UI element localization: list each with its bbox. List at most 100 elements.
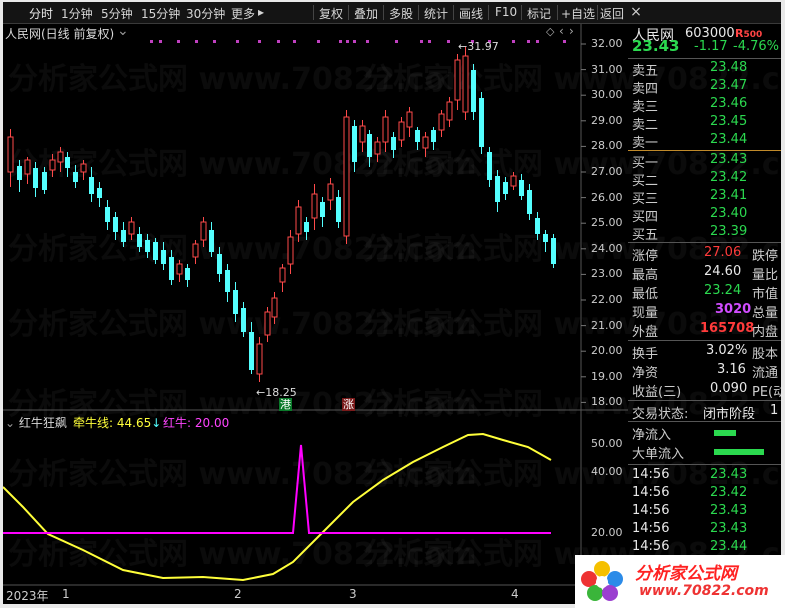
candle-body[interactable] <box>479 98 484 147</box>
candle-body[interactable] <box>241 308 246 332</box>
candle-body[interactable] <box>169 257 174 280</box>
signal-dot <box>353 40 356 43</box>
inner-disk-label: 内盘 <box>752 325 779 340</box>
candle-body[interactable] <box>320 202 325 217</box>
eps-value: 0.090 <box>710 381 748 396</box>
candle-body[interactable] <box>304 222 309 232</box>
candle-body[interactable] <box>271 297 278 318</box>
candle-body[interactable] <box>264 311 271 336</box>
candle-body[interactable] <box>415 130 420 142</box>
candle-body[interactable] <box>185 268 190 280</box>
candle-body[interactable] <box>49 159 56 171</box>
candle-body[interactable] <box>161 250 166 264</box>
candle-body[interactable] <box>391 137 396 150</box>
tick-time: 14:56 <box>632 485 670 500</box>
candle-body[interactable] <box>398 121 405 141</box>
signal-dot <box>420 40 423 43</box>
y-axis-label: 19.00 <box>591 369 623 383</box>
candle-body[interactable] <box>145 240 150 252</box>
candle-body[interactable] <box>153 242 158 260</box>
candle-body[interactable] <box>217 254 222 274</box>
site-logo: 分析家公式网 www.70822.com <box>575 555 785 608</box>
candle-body[interactable] <box>359 125 366 143</box>
candle-body[interactable] <box>543 234 548 242</box>
candle-body[interactable] <box>137 234 142 247</box>
candle-body[interactable] <box>113 217 118 232</box>
candle-body[interactable] <box>295 206 302 235</box>
ask-2-price: 23.45 <box>710 114 748 129</box>
candle-body[interactable] <box>176 263 183 275</box>
candle-body[interactable] <box>367 134 372 157</box>
kline-chart[interactable] <box>3 2 628 604</box>
candle-body[interactable] <box>519 180 524 196</box>
candle-body[interactable] <box>24 159 31 175</box>
candle-body[interactable] <box>527 190 532 214</box>
ask-5-label: 卖五 <box>632 64 659 79</box>
candle-body[interactable] <box>462 55 469 113</box>
candle-body[interactable] <box>97 188 102 198</box>
candle-body[interactable] <box>89 177 94 194</box>
signal-dot <box>150 40 153 43</box>
signal-dot <box>428 40 431 43</box>
candle-body[interactable] <box>311 193 318 219</box>
candle-body[interactable] <box>510 175 517 187</box>
candle-body[interactable] <box>471 70 476 112</box>
candle-body[interactable] <box>42 172 47 190</box>
indicator-line-yellow <box>3 432 552 582</box>
signal-dot <box>395 40 398 43</box>
candle-body[interactable] <box>57 151 64 163</box>
candle-body[interactable] <box>33 168 38 188</box>
signal-dot <box>346 40 349 43</box>
candle-body[interactable] <box>343 116 350 237</box>
candle-body[interactable] <box>105 207 110 222</box>
diamond-icon[interactable]: ◇ <box>546 25 554 38</box>
candle-body[interactable] <box>352 126 357 162</box>
chevron-down-icon[interactable]: ⌄ <box>117 23 129 39</box>
candle-body[interactable] <box>487 152 492 180</box>
candle-body[interactable] <box>249 332 254 370</box>
net-assets-value: 3.16 <box>717 362 746 377</box>
candle-body[interactable] <box>256 343 263 375</box>
candle-body[interactable] <box>279 267 286 283</box>
candle-body[interactable] <box>7 136 14 173</box>
volume-ratio-label: 量比 <box>752 268 779 283</box>
candle-body[interactable] <box>80 163 87 173</box>
candle-body[interactable] <box>233 290 238 314</box>
candle-body[interactable] <box>406 111 413 128</box>
indicator-y-label: 20.00 <box>591 526 623 539</box>
candle-body[interactable] <box>225 270 230 292</box>
candle-body[interactable] <box>438 113 445 131</box>
market-cap-label: 市值 <box>752 287 779 302</box>
chart-title: 人民网(日线 前复权) <box>5 27 115 41</box>
candle-body[interactable] <box>535 218 540 234</box>
candle-body[interactable] <box>446 101 453 121</box>
candle-body[interactable] <box>336 197 341 222</box>
bid-1-price: 23.43 <box>710 152 748 167</box>
candle-body[interactable] <box>192 243 199 258</box>
candle-body[interactable] <box>431 130 436 142</box>
chevron-right-icon[interactable]: › <box>569 24 574 38</box>
candle-body[interactable] <box>454 59 461 101</box>
tick-time: 14:56 <box>632 467 670 482</box>
candle-body[interactable] <box>382 116 389 143</box>
candle-body[interactable] <box>374 141 381 155</box>
bid-5-label: 买五 <box>632 228 659 243</box>
candle-body[interactable] <box>200 221 207 241</box>
candle-body[interactable] <box>551 238 556 264</box>
chevron-left-icon[interactable]: ‹ <box>559 24 564 38</box>
candle-body[interactable] <box>73 172 78 182</box>
trade-state-label: 交易状态: <box>632 407 689 422</box>
candle-body[interactable] <box>65 157 70 168</box>
candle-body[interactable] <box>287 236 294 265</box>
candle-body[interactable] <box>422 136 429 149</box>
candle-body[interactable] <box>121 230 126 242</box>
chevron-down-icon[interactable]: ⌄ <box>5 416 19 430</box>
candle-body[interactable] <box>17 166 22 180</box>
close-icon[interactable]: × <box>626 3 646 21</box>
candle-body[interactable] <box>327 183 334 201</box>
candle-body[interactable] <box>503 182 508 194</box>
net-assets-label: 净资 <box>632 366 659 381</box>
candle-body[interactable] <box>128 221 135 235</box>
candle-body[interactable] <box>209 230 214 252</box>
candle-body[interactable] <box>495 176 500 202</box>
